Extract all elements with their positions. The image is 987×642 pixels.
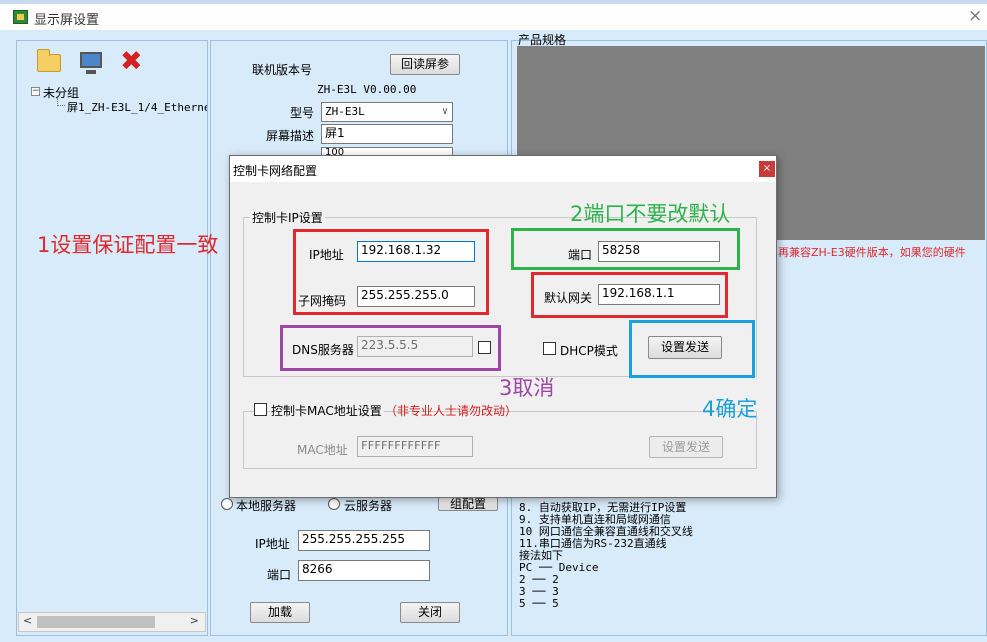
annotation-box-gateway bbox=[531, 272, 728, 318]
readback-button[interactable]: 回读屏参 bbox=[390, 54, 460, 75]
window-title: 显示屏设置 bbox=[34, 13, 100, 28]
dhcp-label: DHCP模式 bbox=[560, 344, 618, 358]
screen-tree-panel bbox=[16, 40, 208, 636]
model-select[interactable]: ZH-E3L ∨ bbox=[321, 102, 453, 122]
dialog-close-button[interactable]: × bbox=[759, 161, 775, 177]
ip-settings-group-label: 控制卡IP设置 bbox=[250, 209, 325, 226]
scroll-thumb[interactable] bbox=[37, 616, 155, 628]
compat-note: 再兼容ZH-E3硬件版本，如果您的硬件 bbox=[778, 246, 966, 259]
annotation-box-dns bbox=[280, 325, 501, 371]
dhcp-checkbox[interactable] bbox=[543, 342, 556, 355]
annotation-step2: 2端口不要改默认 bbox=[570, 202, 731, 226]
mac-input[interactable]: FFFFFFFFFFFF bbox=[357, 436, 473, 457]
close-button[interactable]: 关闭 bbox=[400, 602, 460, 623]
monitor-icon[interactable] bbox=[80, 52, 102, 74]
chevron-down-icon: ∨ bbox=[441, 106, 448, 117]
scroll-left-icon[interactable]: < bbox=[23, 614, 32, 627]
load-button[interactable]: 加载 bbox=[250, 602, 310, 623]
annotation-box-port bbox=[511, 228, 740, 270]
window-close-button[interactable]: × bbox=[968, 6, 982, 26]
tree-horizontal-scrollbar[interactable]: < > bbox=[18, 612, 206, 632]
annotation-step4: 4确定 bbox=[702, 397, 758, 421]
mac-enable-checkbox[interactable] bbox=[254, 403, 267, 416]
version-value: ZH-E3L V0.00.00 bbox=[317, 83, 417, 96]
mac-label: MAC地址 bbox=[297, 443, 348, 457]
model-select-value: ZH-E3L bbox=[325, 105, 365, 118]
description-label: 屏幕描述 bbox=[266, 129, 315, 143]
mac-warning: （非专业人士请勿改动） bbox=[385, 404, 518, 418]
annotation-step3: 3取消 bbox=[499, 376, 555, 400]
server-ip-input[interactable]: 255.255.255.255 bbox=[298, 530, 430, 551]
scroll-right-icon[interactable]: > bbox=[190, 614, 199, 627]
tree-connector bbox=[57, 98, 65, 106]
mac-send-button[interactable]: 设置发送 bbox=[649, 436, 723, 458]
annotation-step1: 1设置保证配置一致 bbox=[37, 233, 219, 257]
spec-line: 5 ── 5 bbox=[519, 597, 559, 610]
network-config-button[interactable]: 组配置 bbox=[438, 497, 498, 511]
mac-group-label: 控制卡MAC地址设置 bbox=[271, 402, 384, 419]
window-titlebar bbox=[0, 4, 987, 30]
server-port-input[interactable]: 8266 bbox=[298, 560, 430, 581]
server-port-label: 端口 bbox=[267, 568, 292, 582]
tree-collapse-icon[interactable]: − bbox=[31, 87, 40, 96]
radio-cloud-label: 云服务器 bbox=[344, 499, 393, 513]
folder-icon[interactable] bbox=[37, 49, 61, 72]
radio-cloud-server[interactable] bbox=[328, 498, 340, 510]
radio-local-server[interactable] bbox=[221, 498, 233, 510]
annotation-box-send bbox=[629, 320, 755, 378]
version-label: 联机版本号 bbox=[252, 63, 313, 77]
description-input[interactable]: 屏1 bbox=[321, 124, 453, 144]
server-ip-label: IP地址 bbox=[255, 537, 290, 551]
dialog-title: 控制卡网络配置 bbox=[233, 164, 318, 178]
delete-icon[interactable]: ✖ bbox=[120, 46, 143, 77]
annotation-box-ip-config bbox=[293, 229, 489, 315]
app-icon bbox=[13, 10, 28, 24]
radio-local-label: 本地服务器 bbox=[236, 499, 297, 513]
model-label: 型号 bbox=[290, 106, 315, 120]
tree-item-screen1[interactable]: 屏1_ZH-E3L_1/4_Ethernet bbox=[67, 99, 207, 115]
